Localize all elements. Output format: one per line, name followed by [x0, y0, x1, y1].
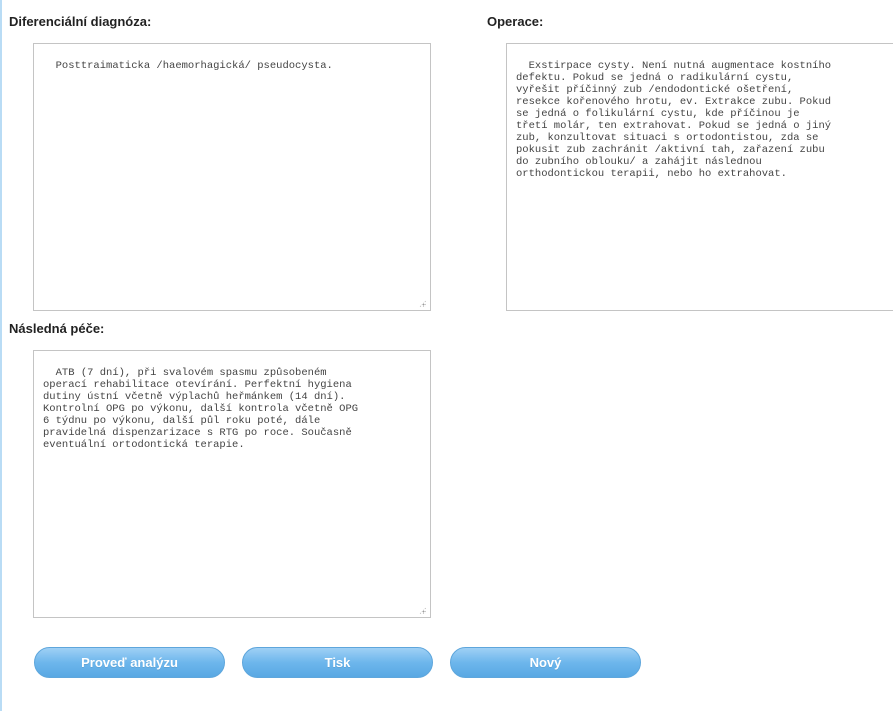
operation-text: Exstirpace cysty. Není nutná augmentace … [516, 60, 832, 180]
follow-up-care-label: Následná péče: [9, 321, 105, 336]
left-border [0, 0, 2, 711]
print-button[interactable]: Tisk [242, 647, 433, 678]
operation-label: Operace: [487, 14, 544, 29]
follow-up-care-text: ATB (7 dní), při svalovém spasmu způsobe… [43, 367, 359, 451]
resize-grip-icon[interactable] [419, 300, 426, 307]
follow-up-care-field[interactable]: ATB (7 dní), při svalovém spasmu způsobe… [33, 350, 431, 618]
analyze-button[interactable]: Proveď analýzu [34, 647, 225, 678]
operation-field[interactable]: Exstirpace cysty. Není nutná augmentace … [506, 43, 893, 311]
differential-diagnosis-text: Posttraimaticka /haemorhagická/ pseudocy… [55, 60, 333, 72]
differential-diagnosis-label: Diferenciální diagnóza: [9, 14, 152, 29]
resize-grip-icon[interactable] [419, 607, 426, 614]
new-button[interactable]: Nový [450, 647, 641, 678]
differential-diagnosis-field[interactable]: Posttraimaticka /haemorhagická/ pseudocy… [33, 43, 431, 311]
